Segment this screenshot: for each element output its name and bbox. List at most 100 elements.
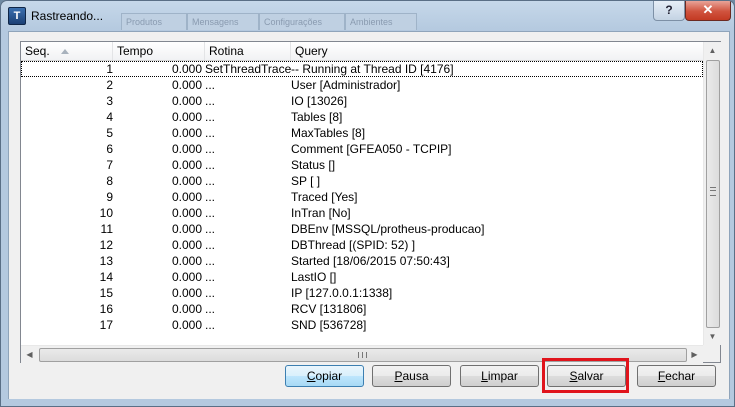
background-tab: Mensagens xyxy=(187,13,259,30)
cell-seq: 17 xyxy=(99,318,113,332)
cell-query: Comment [GFEA050 - TCPIP] xyxy=(291,142,452,156)
cell-rotina: ... xyxy=(205,142,216,156)
cell-query: RCV [131806] xyxy=(291,302,367,316)
table-row[interactable]: 3 0.000 ... IO [13026] xyxy=(21,93,703,109)
cell-rotina: ... xyxy=(205,302,216,316)
cell-rotina: ... xyxy=(205,238,216,252)
table-row[interactable]: 5 0.000 ... MaxTables [8] xyxy=(21,125,703,141)
cell-tempo: 0.000 xyxy=(171,158,202,172)
cell-tempo: 0.000 xyxy=(171,94,202,108)
salvar-highlight-box xyxy=(542,358,629,393)
cell-seq: 16 xyxy=(99,302,113,316)
trace-list[interactable]: Seq. Tempo Rotina Query 1 0.000 SetThrea… xyxy=(20,41,721,363)
app-icon: T xyxy=(8,7,26,25)
mnemonic-letter: L xyxy=(481,369,488,383)
background-tab: Ambientes xyxy=(345,13,417,30)
table-row[interactable]: 6 0.000 ... Comment [GFEA050 - TCPIP] xyxy=(21,141,703,157)
table-row[interactable]: 8 0.000 ... SP [ ] xyxy=(21,173,703,189)
table-row[interactable]: 17 0.000 ... SND [536728] xyxy=(21,317,703,333)
button-label: ausa xyxy=(402,369,429,383)
cell-tempo: 0.000 xyxy=(171,254,202,268)
column-header-query[interactable]: Query xyxy=(291,42,703,60)
cell-tempo: 0.000 xyxy=(171,126,202,140)
cell-query: Traced [Yes] xyxy=(291,190,358,204)
cell-query: IP [127.0.0.1:1338] xyxy=(291,286,393,300)
sort-ascending-icon xyxy=(61,49,69,54)
table-row[interactable]: 11 0.000 ... DBEnv [MSSQL/protheus-produ… xyxy=(21,221,703,237)
copiar-button[interactable]: Copiar xyxy=(285,365,364,387)
cell-query: Started [18/06/2015 07:50:43] xyxy=(291,254,450,268)
cell-tempo: 0.000 xyxy=(171,142,202,156)
cell-tempo: 0.000 xyxy=(171,78,202,92)
cell-query: User [Administrador] xyxy=(291,78,401,92)
cell-rotina: ... xyxy=(205,254,216,268)
title-bar[interactable]: T Rastreando... Produtos Mensagens Confi… xyxy=(1,1,734,31)
list-header: Seq. Tempo Rotina Query xyxy=(21,42,703,61)
cell-query: Status [] xyxy=(291,158,336,172)
cell-tempo: 0.000 xyxy=(171,222,202,236)
fechar-button[interactable]: Fechar xyxy=(637,365,716,387)
table-row[interactable]: 12 0.000 ... DBThread [(SPID: 52) ] xyxy=(21,237,703,253)
cell-rotina: ... xyxy=(205,174,216,188)
vertical-scrollbar[interactable]: ▲ ▼ xyxy=(703,42,721,345)
cell-rotina: ... xyxy=(205,110,216,124)
cell-tempo: 0.000 xyxy=(171,206,202,220)
scrollbar-corner xyxy=(703,345,720,362)
cell-tempo: 0.000 xyxy=(171,62,202,76)
grip-icon xyxy=(710,187,716,196)
column-header-seq[interactable]: Seq. xyxy=(21,42,113,60)
table-row[interactable]: 7 0.000 ... Status [] xyxy=(21,157,703,173)
cell-query: DBThread [(SPID: 52) ] xyxy=(291,238,416,252)
table-row[interactable]: 10 0.000 ... InTran [No] xyxy=(21,205,703,221)
table-row[interactable]: 2 0.000 ... User [Administrador] xyxy=(21,77,703,93)
table-row[interactable]: 13 0.000 ... Started [18/06/2015 07:50:4… xyxy=(21,253,703,269)
cell-rotina: ... xyxy=(205,270,216,284)
cell-seq: 3 xyxy=(106,94,113,108)
cell-rotina: ... xyxy=(205,286,216,300)
cell-tempo: 0.000 xyxy=(171,110,202,124)
scroll-left-icon[interactable]: ◀ xyxy=(21,346,38,363)
close-icon: ✕ xyxy=(702,2,714,17)
table-row[interactable]: 4 0.000 ... Tables [8] xyxy=(21,109,703,125)
cell-seq: 13 xyxy=(99,254,113,268)
column-header-rotina[interactable]: Rotina xyxy=(205,42,291,60)
column-header-tempo[interactable]: Tempo xyxy=(113,42,205,60)
pausa-button[interactable]: Pausa xyxy=(372,365,451,387)
help-button[interactable]: ? xyxy=(653,1,685,21)
dialog-body: Seq. Tempo Rotina Query 1 0.000 SetThrea… xyxy=(8,31,730,401)
cell-seq: 12 xyxy=(99,238,113,252)
vertical-scroll-thumb[interactable] xyxy=(706,60,720,328)
scroll-down-icon[interactable]: ▼ xyxy=(704,328,721,345)
table-row[interactable]: 1 0.000 SetThreadTrace -- Running at Thr… xyxy=(21,61,703,77)
cell-query: IO [13026] xyxy=(291,94,348,108)
close-button[interactable]: ✕ xyxy=(685,1,731,21)
cell-seq: 2 xyxy=(106,78,113,92)
table-row[interactable]: 14 0.000 ... LastIO [] xyxy=(21,269,703,285)
cell-tempo: 0.000 xyxy=(171,174,202,188)
cell-seq: 14 xyxy=(99,270,113,284)
cell-tempo: 0.000 xyxy=(171,302,202,316)
cell-rotina: ... xyxy=(205,206,216,220)
cell-query: SP [ ] xyxy=(291,174,321,188)
cell-seq: 11 xyxy=(100,222,113,236)
table-row[interactable]: 9 0.000 ... Traced [Yes] xyxy=(21,189,703,205)
background-tab: Produtos xyxy=(121,13,187,30)
table-row[interactable]: 15 0.000 ... IP [127.0.0.1:1338] xyxy=(21,285,703,301)
limpar-button[interactable]: Limpar xyxy=(460,365,539,387)
scroll-right-icon[interactable]: ▶ xyxy=(686,346,703,363)
cell-query: InTran [No] xyxy=(291,206,351,220)
cell-seq: 5 xyxy=(106,126,113,140)
cell-query: SND [536728] xyxy=(291,318,367,332)
cell-seq: 6 xyxy=(106,142,113,156)
cell-query: DBEnv [MSSQL/protheus-producao] xyxy=(291,222,485,236)
grip-icon xyxy=(358,352,367,358)
cell-query: LastIO [] xyxy=(291,270,337,284)
cell-rotina: ... xyxy=(205,158,216,172)
cell-query: -- Running at Thread ID [4176] xyxy=(291,62,454,76)
cell-seq: 4 xyxy=(106,110,113,124)
table-row[interactable]: 16 0.000 ... RCV [131806] xyxy=(21,301,703,317)
cell-tempo: 0.000 xyxy=(171,238,202,252)
cell-query: MaxTables [8] xyxy=(291,126,366,140)
scroll-up-icon[interactable]: ▲ xyxy=(704,42,721,59)
cell-rotina: ... xyxy=(205,126,216,140)
